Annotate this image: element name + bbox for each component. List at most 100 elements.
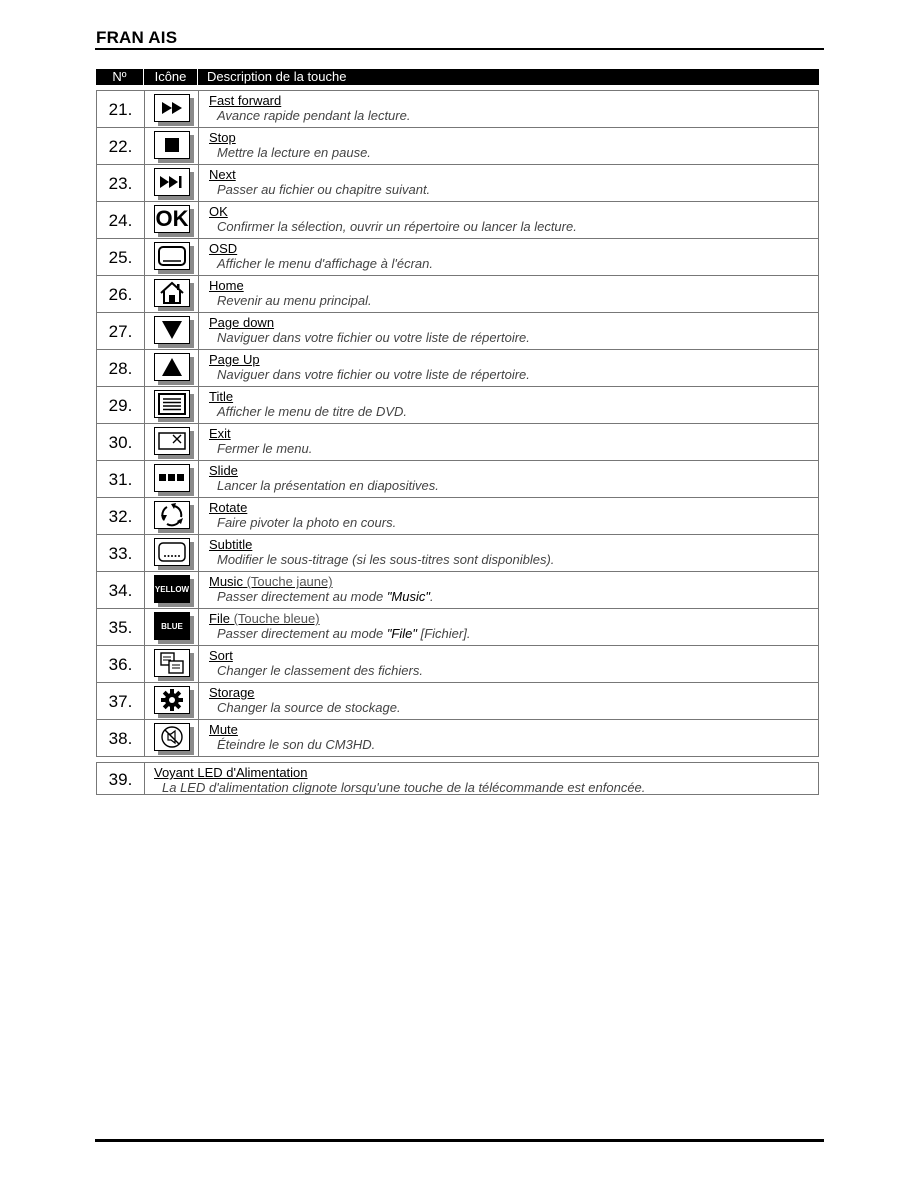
icon-cell	[145, 276, 199, 312]
table-row: 35. BLUE File (Touche bleue) Passer directe…	[97, 609, 818, 646]
title-menu-icon	[154, 390, 194, 422]
table-header: Nº Icône Description de la touche	[96, 69, 819, 85]
table-row: 34. YELLOW Music (Touche jaune) Passer dire…	[97, 572, 818, 609]
icon-cell	[145, 165, 199, 201]
key-description: Fermer le menu.	[217, 441, 313, 456]
row-number: 35.	[97, 609, 145, 645]
icon-cell	[145, 535, 199, 571]
table-row: 21. Fast forward Avance rapide pendant la …	[97, 91, 818, 128]
osd-icon	[154, 242, 194, 274]
table-row: 36. Sort Changer le classement des fichier…	[97, 646, 818, 683]
key-name-note: (Touche bleue)	[229, 611, 320, 626]
home-icon	[154, 279, 194, 311]
icon-cell	[145, 461, 199, 497]
key-name: OSD	[209, 241, 238, 256]
header-rule	[95, 48, 824, 50]
icon-cell	[145, 424, 199, 460]
row-number: 22.	[97, 128, 145, 164]
led-description: La LED d'alimentation clignote lorsqu'un…	[162, 780, 646, 795]
icon-cell	[145, 720, 199, 756]
key-description: Éteindre le son du CM3HD.	[217, 737, 376, 752]
key-description: Passer directement au mode "File" [Fichi…	[217, 626, 471, 641]
key-name: Sort	[209, 648, 233, 663]
table-row: 31. Slide Lancer la présentation en diapos…	[97, 461, 818, 498]
icon-cell	[145, 683, 199, 719]
column-header-number: Nº	[96, 69, 144, 85]
table-row: 25. OSD Afficher le menu d'affichage à l'é…	[97, 239, 818, 276]
table-row: 33. Subtitle Modifier le sous-titrage (si …	[97, 535, 818, 572]
table-row: 24. OK OK Confirmer la sélection, ouvrir un…	[97, 202, 818, 239]
row-number: 30.	[97, 424, 145, 460]
page-up-icon	[154, 353, 194, 385]
row-number: 23.	[97, 165, 145, 201]
ok-icon: OK	[154, 205, 194, 237]
key-name: File (Touche bleue)	[209, 611, 320, 626]
key-name: Page Up	[209, 352, 260, 367]
icon-cell: YELLOW	[145, 572, 199, 608]
key-description: Naviguer dans votre fichier ou votre lis…	[217, 367, 530, 382]
icon-cell	[145, 91, 199, 127]
table-row: 23. Next Passer au fichier ou chapitre sui…	[97, 165, 818, 202]
key-name: Storage	[209, 685, 255, 700]
mute-icon	[154, 723, 194, 755]
yellow-key-icon: YELLOW	[154, 575, 194, 607]
key-name: Exit	[209, 426, 231, 441]
icon-cell	[145, 313, 199, 349]
table-row: 30. Exit Fermer le menu.	[97, 424, 818, 461]
table-row: 38. Mute Éteindre le son du CM3HD.	[97, 720, 818, 757]
key-name: Subtitle	[209, 537, 253, 552]
icon-cell	[145, 239, 199, 275]
icon-cell: BLUE	[145, 609, 199, 645]
table-row: 26. Home Revenir au menu principal.	[97, 276, 818, 313]
key-description: Faire pivoter la photo en cours.	[217, 515, 397, 530]
row-number: 24.	[97, 202, 145, 238]
key-description: Naviguer dans votre fichier ou votre lis…	[217, 330, 530, 345]
key-name: Home	[209, 278, 244, 293]
page-title: FRAN AIS	[96, 28, 178, 47]
key-name: Music (Touche jaune)	[209, 574, 333, 589]
key-name: Slide	[209, 463, 238, 478]
row-number: 29.	[97, 387, 145, 423]
key-description: Modifier le sous-titrage (si les sous-ti…	[217, 552, 555, 567]
sort-icon	[154, 649, 194, 681]
row-number: 27.	[97, 313, 145, 349]
key-name: Fast forward	[209, 93, 282, 108]
column-header-icon: Icône	[144, 69, 198, 85]
column-header-description: Description de la touche	[207, 69, 347, 84]
rotate-icon	[154, 501, 194, 533]
led-name: Voyant LED d'Alimentation	[154, 765, 308, 780]
table-row: 32. Rotate Faire pivoter la photo en cours…	[97, 498, 818, 535]
key-name: Stop	[209, 130, 236, 145]
row-number: 39.	[97, 763, 145, 794]
page-down-icon	[154, 316, 194, 348]
mode-name: "File"	[386, 626, 417, 641]
key-description: Afficher le menu de titre de DVD.	[217, 404, 408, 419]
row-number: 38.	[97, 720, 145, 756]
key-description: Afficher le menu d'affichage à l'écran.	[217, 256, 433, 271]
icon-cell	[145, 498, 199, 534]
row-number: 28.	[97, 350, 145, 386]
storage-gear-icon	[154, 686, 194, 718]
icon-cell: OK	[145, 202, 199, 238]
key-name: Next	[209, 167, 236, 182]
row-number: 26.	[97, 276, 145, 312]
table-row: 29. Title Afficher le menu de titre de DVD…	[97, 387, 818, 424]
led-row: 39. Voyant LED d'Alimentation La LED d'a…	[96, 762, 819, 795]
exit-icon	[154, 427, 194, 459]
row-number: 32.	[97, 498, 145, 534]
row-number: 36.	[97, 646, 145, 682]
key-description: Passer au fichier ou chapitre suivant.	[217, 182, 431, 197]
mode-name: "Music"	[386, 589, 430, 604]
icon-cell	[145, 646, 199, 682]
key-description: Revenir au menu principal.	[217, 293, 372, 308]
subtitle-icon	[154, 538, 194, 570]
row-number: 25.	[97, 239, 145, 275]
row-number: 21.	[97, 91, 145, 127]
key-name: Page down	[209, 315, 275, 330]
key-description: Lancer la présentation en diapositives.	[217, 478, 439, 493]
row-number: 33.	[97, 535, 145, 571]
row-number: 31.	[97, 461, 145, 497]
table-row: 27. Page down Naviguer dans votre fichier …	[97, 313, 818, 350]
blue-key-icon: BLUE	[154, 612, 194, 644]
key-description: Passer directement au mode "Music".	[217, 589, 434, 604]
